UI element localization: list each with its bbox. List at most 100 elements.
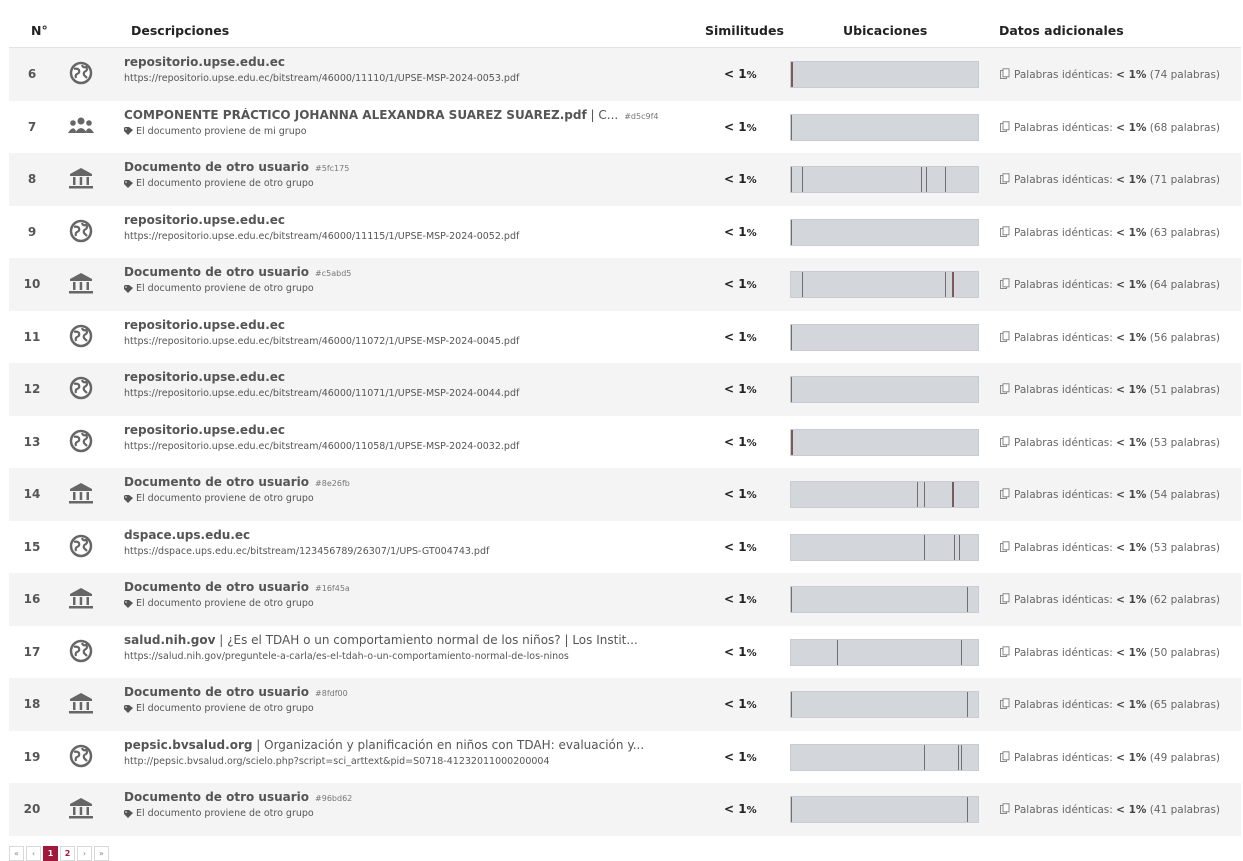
table-row[interactable]: 14 Documento de otro usuario #8e26fb El doc… xyxy=(9,468,1241,521)
table-row[interactable]: 19 pepsic.bvsalud.org | Organización y pl… xyxy=(9,731,1241,784)
locations-bar[interactable] xyxy=(790,533,979,561)
location-marker[interactable] xyxy=(791,324,792,350)
pagination-next-button[interactable]: › xyxy=(77,846,92,861)
source-subtitle[interactable]: http://pepsic.bvsalud.org/scielo.php?scr… xyxy=(124,756,714,767)
locations-bar[interactable] xyxy=(790,481,979,508)
source-title-main[interactable]: Documento de otro usuario xyxy=(124,475,309,489)
locations-bar[interactable] xyxy=(790,166,979,193)
source-url[interactable]: https://repositorio.upse.edu.ec/bitstrea… xyxy=(124,231,519,242)
source-title-main[interactable]: COMPONENTE PRÁCTICO JOHANNA ALEXANDRA SU… xyxy=(124,108,587,122)
source-title-main[interactable]: repositorio.upse.edu.ec xyxy=(124,370,285,384)
pagination-last-button[interactable]: » xyxy=(94,846,109,861)
locations-bar[interactable] xyxy=(790,428,979,456)
source-title-main[interactable]: repositorio.upse.edu.ec xyxy=(124,423,285,437)
source-url[interactable]: https://repositorio.upse.edu.ec/bitstrea… xyxy=(124,336,519,347)
location-marker[interactable] xyxy=(952,272,954,297)
location-marker[interactable] xyxy=(791,587,792,612)
location-marker[interactable] xyxy=(924,482,925,507)
source-title[interactable]: Documento de otro usuario #8fdf00 xyxy=(124,685,714,699)
source-title[interactable]: repositorio.upse.edu.ec xyxy=(124,318,714,332)
source-subtitle[interactable]: https://repositorio.upse.edu.ec/bitstrea… xyxy=(124,231,714,242)
source-title[interactable]: dspace.ups.edu.ec xyxy=(124,528,714,542)
location-marker[interactable] xyxy=(791,167,792,192)
table-row[interactable]: 15 dspace.ups.edu.ec https://dspace.ups.ed… xyxy=(9,521,1241,574)
location-marker[interactable] xyxy=(967,587,968,612)
location-marker[interactable] xyxy=(924,744,925,770)
source-subtitle[interactable]: https://dspace.ups.edu.ec/bitstream/1234… xyxy=(124,546,714,557)
location-marker[interactable] xyxy=(802,167,803,192)
pagination-first-button[interactable]: « xyxy=(9,846,24,861)
source-subtitle[interactable]: https://repositorio.upse.edu.ec/bitstrea… xyxy=(124,441,714,452)
table-row[interactable]: 8 Documento de otro usuario #5fc175 El docu… xyxy=(9,153,1241,206)
source-title[interactable]: repositorio.upse.edu.ec xyxy=(124,213,714,227)
source-title[interactable]: COMPONENTE PRÁCTICO JOHANNA ALEXANDRA SU… xyxy=(124,108,714,122)
source-title-main[interactable]: Documento de otro usuario xyxy=(124,160,309,174)
table-row[interactable]: 10 Documento de otro usuario #c5abd5 El doc… xyxy=(9,258,1241,311)
locations-bar[interactable] xyxy=(790,271,979,298)
location-marker[interactable] xyxy=(945,167,946,192)
source-title-main[interactable]: repositorio.upse.edu.ec xyxy=(124,55,285,69)
source-title[interactable]: salud.nih.gov | ¿Es el TDAH o un comport… xyxy=(124,633,714,647)
table-row[interactable]: 18 Documento de otro usuario #8fdf00 El doc… xyxy=(9,678,1241,731)
source-title-main[interactable]: Documento de otro usuario xyxy=(124,685,309,699)
source-title[interactable]: pepsic.bvsalud.org | Organización y plan… xyxy=(124,738,714,752)
location-marker[interactable] xyxy=(791,797,792,822)
locations-bar[interactable] xyxy=(790,586,979,613)
location-marker[interactable] xyxy=(791,62,793,87)
locations-bar[interactable] xyxy=(790,323,979,351)
table-row[interactable]: 17 salud.nih.gov | ¿Es el TDAH o un compo… xyxy=(9,626,1241,679)
source-title[interactable]: Documento de otro usuario #8e26fb xyxy=(124,475,714,489)
source-title[interactable]: repositorio.upse.edu.ec xyxy=(124,55,714,69)
source-title-main[interactable]: Documento de otro usuario xyxy=(124,265,309,279)
source-title-main[interactable]: salud.nih.gov xyxy=(124,633,215,647)
pagination-page-1[interactable]: 1 xyxy=(43,846,58,861)
locations-bar[interactable] xyxy=(790,376,979,403)
location-marker[interactable] xyxy=(791,114,792,140)
source-title[interactable]: Documento de otro usuario #16f45a xyxy=(124,580,714,594)
location-marker[interactable] xyxy=(791,377,792,402)
table-row[interactable]: 12 repositorio.upse.edu.ec https://reposit… xyxy=(9,363,1241,416)
source-title[interactable]: repositorio.upse.edu.ec xyxy=(124,423,714,437)
location-marker[interactable] xyxy=(952,482,954,507)
locations-bar[interactable] xyxy=(790,743,979,771)
location-marker[interactable] xyxy=(802,272,803,297)
location-marker[interactable] xyxy=(961,744,962,770)
location-marker[interactable] xyxy=(921,167,922,192)
source-url[interactable]: https://repositorio.upse.edu.ec/bitstrea… xyxy=(124,388,519,399)
source-title-main[interactable]: dspace.ups.edu.ec xyxy=(124,528,250,542)
location-marker[interactable] xyxy=(959,534,960,560)
source-subtitle[interactable]: https://repositorio.upse.edu.ec/bitstrea… xyxy=(124,388,714,399)
table-row[interactable]: 6 repositorio.upse.edu.ec https://reposito… xyxy=(9,48,1241,101)
location-marker[interactable] xyxy=(967,797,968,822)
table-row[interactable]: 16 Documento de otro usuario #16f45a El doc… xyxy=(9,573,1241,626)
location-marker[interactable] xyxy=(926,167,927,192)
source-url[interactable]: https://salud.nih.gov/preguntele-a-carla… xyxy=(124,651,569,662)
source-title[interactable]: repositorio.upse.edu.ec xyxy=(124,370,714,384)
table-row[interactable]: 9 repositorio.upse.edu.ec https://reposito… xyxy=(9,206,1241,259)
source-url[interactable]: https://repositorio.upse.edu.ec/bitstrea… xyxy=(124,73,519,84)
locations-bar[interactable] xyxy=(790,218,979,246)
pagination-page-2[interactable]: 2 xyxy=(60,846,75,861)
source-title-main[interactable]: repositorio.upse.edu.ec xyxy=(124,318,285,332)
source-title-main[interactable]: repositorio.upse.edu.ec xyxy=(124,213,285,227)
location-marker[interactable] xyxy=(958,744,959,770)
source-url[interactable]: http://pepsic.bvsalud.org/scielo.php?scr… xyxy=(124,756,550,767)
locations-bar[interactable] xyxy=(790,638,979,666)
location-marker[interactable] xyxy=(945,272,946,297)
locations-bar[interactable] xyxy=(790,691,979,718)
location-marker[interactable] xyxy=(924,534,925,560)
source-title[interactable]: Documento de otro usuario #c5abd5 xyxy=(124,265,714,279)
table-row[interactable]: 13 repositorio.upse.edu.ec https://reposit… xyxy=(9,416,1241,469)
source-url[interactable]: https://dspace.ups.edu.ec/bitstream/1234… xyxy=(124,546,489,557)
source-title-main[interactable]: pepsic.bvsalud.org xyxy=(124,738,252,752)
location-marker[interactable] xyxy=(791,429,793,455)
location-marker[interactable] xyxy=(837,639,838,665)
source-title[interactable]: Documento de otro usuario #5fc175 xyxy=(124,160,714,174)
source-subtitle[interactable]: https://repositorio.upse.edu.ec/bitstrea… xyxy=(124,73,714,84)
location-marker[interactable] xyxy=(917,482,918,507)
location-marker[interactable] xyxy=(967,692,968,717)
source-subtitle[interactable]: https://salud.nih.gov/preguntele-a-carla… xyxy=(124,651,714,662)
location-marker[interactable] xyxy=(791,219,792,245)
source-url[interactable]: https://repositorio.upse.edu.ec/bitstrea… xyxy=(124,441,519,452)
source-subtitle[interactable]: https://repositorio.upse.edu.ec/bitstrea… xyxy=(124,336,714,347)
